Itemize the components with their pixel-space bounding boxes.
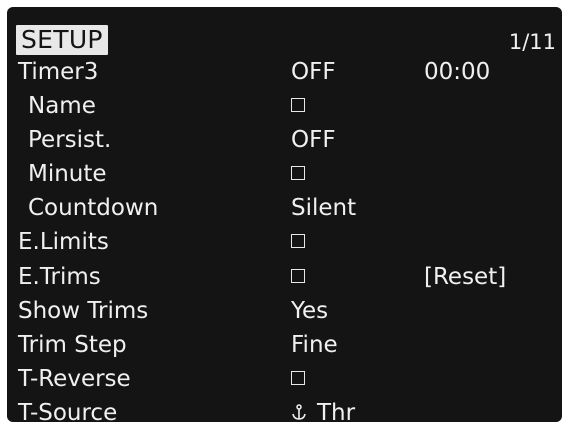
setting-row-elimits[interactable]: E.Limits [7, 225, 562, 259]
reset-trims-button[interactable]: [Reset] [424, 260, 506, 294]
timer3-mode-value[interactable]: OFF [291, 55, 336, 89]
trim-step-value[interactable]: Fine [291, 328, 338, 362]
setting-row-t-reverse[interactable]: T-Reverse [7, 362, 562, 396]
show-trims-value[interactable]: Yes [291, 294, 328, 328]
throttle-stick-icon [292, 404, 306, 420]
persist-value[interactable]: OFF [291, 123, 336, 157]
setting-label: Countdown [28, 195, 159, 222]
settings-list: Timer3 OFF 00:00 Name Persist. OFF Minut… [7, 55, 562, 422]
minute-checkbox[interactable] [291, 166, 305, 181]
t-reverse-checkbox[interactable] [291, 370, 305, 385]
page-title: SETUP [16, 25, 108, 55]
setting-row-timer3[interactable]: Timer3 OFF 00:00 [7, 55, 562, 89]
elimits-checkbox[interactable] [291, 234, 305, 249]
setting-label: Trim Step [18, 331, 127, 358]
t-source-value: Thr [317, 399, 356, 422]
etrims-checkbox[interactable] [291, 268, 305, 283]
setting-row-persist[interactable]: Persist. OFF [7, 123, 562, 157]
setting-label: Show Trims [18, 297, 149, 324]
setting-label: T-Source [18, 399, 118, 422]
name-checkbox[interactable] [291, 98, 305, 113]
setting-row-etrims[interactable]: E.Trims [Reset] [7, 260, 562, 294]
radio-screen: SETUP 1/11 Timer3 OFF 00:00 Name Persist… [7, 7, 562, 422]
setting-row-trim-step[interactable]: Trim Step Fine [7, 328, 562, 362]
setting-label: Minute [28, 161, 107, 188]
setting-label: T-Reverse [18, 365, 131, 392]
setting-label: E.Limits [18, 229, 109, 256]
timer3-time-value[interactable]: 00:00 [424, 55, 490, 89]
setting-row-t-source[interactable]: T-Source Thr [7, 396, 562, 422]
page-indicator: 1/11 [508, 30, 556, 54]
setting-label: Timer3 [18, 59, 99, 85]
setting-row-name[interactable]: Name [7, 89, 562, 123]
countdown-value[interactable]: Silent [291, 191, 356, 225]
setting-row-minute[interactable]: Minute [7, 157, 562, 191]
setting-label: Persist. [28, 127, 112, 154]
setting-row-show-trims[interactable]: Show Trims Yes [7, 294, 562, 328]
setting-label: Name [28, 93, 96, 120]
setting-row-countdown[interactable]: Countdown Silent [7, 191, 562, 225]
header: SETUP 1/11 [7, 7, 562, 55]
setting-label: E.Trims [18, 263, 101, 290]
t-source-selector[interactable]: Thr [291, 396, 355, 422]
